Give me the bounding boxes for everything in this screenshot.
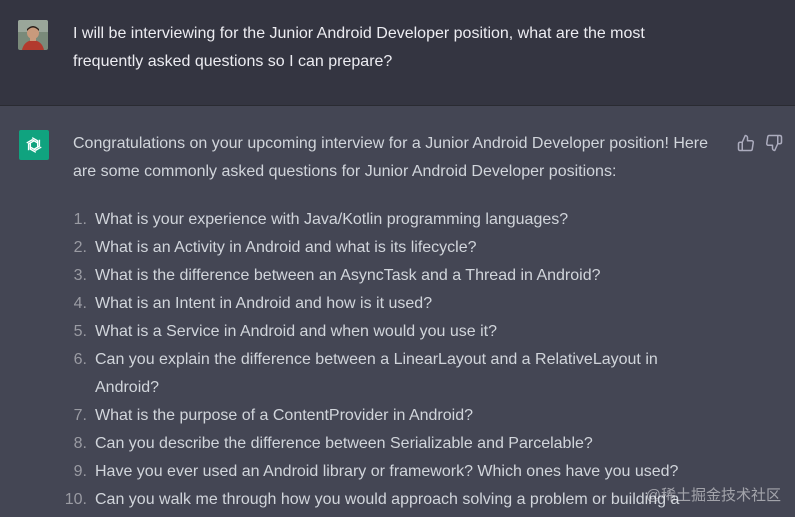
list-number: 2. bbox=[73, 239, 87, 256]
user-message: I will be interviewing for the Junior An… bbox=[0, 0, 795, 106]
assistant-message: Congratulations on your upcoming intervi… bbox=[0, 106, 795, 517]
list-item: 8. Can you describe the difference betwee… bbox=[60, 430, 680, 458]
list-item: 4. What is an Intent in Android and how i… bbox=[60, 290, 680, 318]
list-item-text: What is an Activity in Android and what … bbox=[95, 239, 477, 256]
watermark: @稀土掘金技术社区 bbox=[645, 487, 781, 504]
list-number: 7. bbox=[73, 407, 87, 424]
user-avatar bbox=[18, 20, 48, 50]
list-item-text: What is the difference between an AsyncT… bbox=[95, 267, 601, 284]
list-number: 1. bbox=[73, 211, 87, 228]
assistant-intro-text: Congratulations on your upcoming intervi… bbox=[73, 135, 709, 180]
openai-logo-icon bbox=[19, 130, 49, 160]
list-item: 2. What is an Activity in Android and wha… bbox=[60, 234, 680, 262]
list-number: 5. bbox=[73, 323, 87, 340]
list-item-text: What is a Service in Android and when wo… bbox=[95, 323, 498, 340]
list-number: 9. bbox=[73, 463, 87, 480]
thumbs-down-icon[interactable] bbox=[765, 134, 783, 152]
user-message-text: I will be interviewing for the Junior An… bbox=[73, 25, 645, 70]
list-number: 4. bbox=[73, 295, 87, 312]
list-item-text: What is your experience with Java/Kotlin… bbox=[95, 211, 569, 228]
list-item: 3. What is the difference between an Asyn… bbox=[60, 262, 680, 290]
list-item-text: Have you ever used an Android library or… bbox=[95, 463, 679, 480]
list-item: 6. Can you explain the difference between… bbox=[60, 346, 680, 402]
list-item-text: Can you describe the difference between … bbox=[95, 435, 593, 452]
list-item: 7. What is the purpose of a ContentProvid… bbox=[60, 402, 680, 430]
list-item-text: What is an Intent in Android and how is … bbox=[95, 295, 433, 312]
list-item-text: Can you walk me through how you would ap… bbox=[95, 491, 680, 508]
list-item: 9. Have you ever used an Android library … bbox=[60, 458, 680, 486]
list-number: 10. bbox=[64, 491, 87, 508]
list-number: 3. bbox=[73, 267, 87, 284]
list-item: 1. What is your experience with Java/Kotl… bbox=[60, 206, 680, 234]
question-list: 1. What is your experience with Java/Kotl… bbox=[60, 206, 680, 514]
list-item-text: What is the purpose of a ContentProvider… bbox=[95, 407, 473, 424]
list-item: 10. Can you walk me through how you would… bbox=[60, 486, 680, 514]
thumbs-up-icon[interactable] bbox=[737, 134, 755, 152]
list-number: 6. bbox=[73, 351, 87, 368]
list-number: 8. bbox=[73, 435, 87, 452]
list-item: 5. What is a Service in Android and when … bbox=[60, 318, 680, 346]
list-item-text: Can you explain the difference between a… bbox=[95, 351, 658, 396]
